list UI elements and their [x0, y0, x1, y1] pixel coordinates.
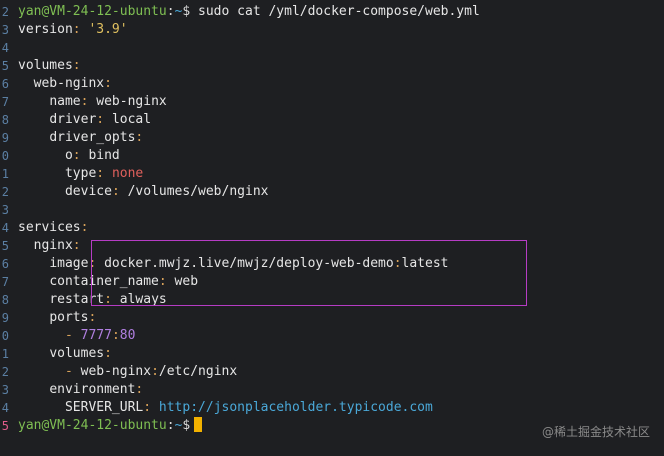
line-number: 1 — [1, 167, 9, 181]
yaml-line-environment: environment: — [49, 382, 144, 397]
yaml-value: local — [111, 112, 152, 127]
yaml-line-version: version: '3.9' — [18, 22, 128, 37]
yaml-key: image — [49, 256, 89, 271]
yaml-line-server-url: SERVER_URL: http://jsonplaceholder.typic… — [64, 400, 433, 415]
yaml-key: ports — [49, 310, 89, 325]
yaml-line-name: name: web-nginx — [49, 94, 167, 109]
prompt-separator: : — [166, 418, 175, 433]
line-number: 5 — [1, 59, 9, 73]
line-number: 0 — [1, 149, 9, 163]
yaml-key: driver — [49, 112, 97, 127]
yaml-image-tag: latest — [401, 256, 449, 271]
yaml-line-restart: restart: always — [49, 292, 167, 307]
yaml-line-svc-volumes: volumes: — [49, 346, 112, 361]
yaml-key: container_name — [49, 274, 159, 289]
yaml-key: SERVER_URL — [64, 400, 144, 415]
prompt-separator: : — [166, 4, 175, 19]
yaml-line-web-nginx: web-nginx: — [33, 76, 112, 91]
line-number: 4 — [1, 401, 9, 415]
yaml-port-host: 7777 — [80, 328, 112, 343]
yaml-line-volume-mount: - web-nginx:/etc/nginx — [64, 364, 238, 379]
yaml-value: web-nginx — [96, 94, 167, 109]
command-line: yan@VM-24-12-ubuntu:~$ sudo cat /yml/doc… — [18, 3, 480, 21]
line-number: 6 — [1, 77, 9, 91]
prompt-symbol: $ — [182, 4, 191, 19]
yaml-key: environment — [49, 382, 136, 397]
text-cursor[interactable] — [194, 417, 203, 432]
command-text: sudo cat /yml/docker-compose/web.yml — [198, 4, 480, 19]
active-prompt-line[interactable]: yan@VM-24-12-ubuntu:~$ — [18, 417, 203, 435]
yaml-line-o: o: bind — [64, 148, 120, 163]
line-number: 4 — [1, 41, 9, 55]
yaml-volume-dst: /etc/nginx — [158, 364, 238, 379]
watermark-text: @稀土掘金技术社区 — [541, 425, 650, 439]
line-number: 9 — [1, 311, 9, 325]
yaml-key: nginx — [33, 238, 73, 253]
yaml-line-services: services: — [18, 220, 89, 235]
line-number: 7 — [1, 95, 9, 109]
yaml-key: version — [18, 22, 73, 37]
yaml-key: web-nginx — [33, 76, 105, 91]
yaml-port-container: 80 — [119, 328, 136, 343]
yaml-line-nginx: nginx: — [33, 238, 81, 253]
yaml-key: restart — [49, 292, 105, 307]
yaml-line-device: device: /volumes/web/nginx — [64, 184, 269, 199]
line-number: 3 — [1, 203, 9, 217]
yaml-value: always — [119, 292, 167, 307]
line-number: 8 — [1, 113, 9, 127]
line-number: 1 — [1, 347, 9, 361]
yaml-line-port-mapping: - 7777:80 — [64, 328, 136, 343]
prompt-user-host: yan@VM-24-12-ubuntu — [18, 4, 167, 19]
yaml-key: device — [64, 184, 112, 199]
line-number-gutter: 2 3 4 5 6 7 8 9 0 1 2 3 4 5 6 7 8 9 0 1 … — [0, 0, 9, 456]
yaml-line-type: type: none — [64, 166, 144, 181]
line-number: 0 — [1, 329, 9, 343]
line-number: 2 — [1, 185, 9, 199]
line-number: 3 — [1, 23, 9, 37]
line-number: 8 — [1, 293, 9, 307]
line-number: 7 — [1, 275, 9, 289]
line-number: 4 — [1, 221, 9, 235]
yaml-line-image: image: docker.mwjz.live/mwjz/deploy-web-… — [49, 256, 449, 271]
line-number-current: 5 — [1, 419, 9, 433]
yaml-key: o — [64, 148, 73, 163]
line-number: 6 — [1, 257, 9, 271]
line-number: 2 — [1, 365, 9, 379]
yaml-key: services — [18, 220, 81, 235]
yaml-null-value: none — [111, 166, 144, 181]
yaml-line-driver-opts: driver_opts: — [49, 130, 144, 145]
yaml-key: name — [49, 94, 81, 109]
line-number: 9 — [1, 131, 9, 145]
yaml-string-value: '3.9' — [88, 22, 128, 37]
yaml-url-value: http://jsonplaceholder.typicode.com — [158, 400, 433, 415]
yaml-line-volumes: volumes: — [18, 58, 81, 73]
line-number: 5 — [1, 239, 9, 253]
line-number: 2 — [1, 5, 9, 19]
yaml-value: docker.mwjz.live/mwjz/deploy-web-demo — [104, 256, 394, 271]
yaml-value: web — [174, 274, 199, 289]
yaml-line-container-name: container_name: web — [49, 274, 199, 289]
terminal-window[interactable]: 2 3 4 5 6 7 8 9 0 1 2 3 4 5 6 7 8 9 0 1 … — [0, 0, 664, 456]
yaml-value: bind — [88, 148, 120, 163]
yaml-line-driver: driver: local — [49, 112, 152, 127]
prompt-user-host: yan@VM-24-12-ubuntu — [18, 418, 167, 433]
yaml-key: volumes — [49, 346, 105, 361]
yaml-line-ports: ports: — [49, 310, 97, 325]
yaml-key: volumes — [18, 58, 73, 73]
yaml-volume-src: web-nginx — [80, 364, 152, 379]
prompt-symbol: $ — [182, 418, 191, 433]
yaml-key: driver_opts — [49, 130, 136, 145]
yaml-key: type — [64, 166, 97, 181]
yaml-value: /volumes/web/nginx — [127, 184, 269, 199]
line-number: 3 — [1, 383, 9, 397]
